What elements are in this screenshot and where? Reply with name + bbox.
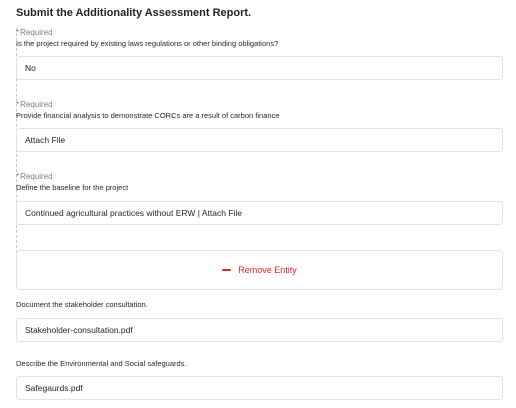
entity-actions-box: Remove Entity [16, 250, 503, 290]
question-label-financial-analysis: Provide financial analysis to demonstrat… [16, 111, 280, 120]
safeguards-label: Describe the Environmental and Social sa… [16, 359, 187, 368]
page-title: Submit the Additionality Assessment Repo… [16, 7, 252, 19]
baseline-field[interactable]: Continued agricultural practices without… [16, 201, 503, 225]
asterisk-icon: * [16, 100, 20, 109]
legal-obligation-value: No [25, 63, 36, 73]
remove-entity-button[interactable]: Remove Entity [222, 265, 297, 275]
required-indicator: *Required [16, 28, 53, 37]
baseline-value: Continued agricultural practices without… [25, 208, 243, 218]
question-label-legal-obligation: Is the project required by existing laws… [16, 39, 279, 48]
required-indicator: *Required [16, 172, 53, 181]
safeguards-file-name: Safegaurds.pdf [25, 383, 83, 393]
required-indicator: *Required [16, 100, 53, 109]
safeguards-file-field[interactable]: Safegaurds.pdf [16, 376, 503, 400]
stakeholder-label: Document the stakeholder consultation. [16, 300, 148, 309]
asterisk-icon: * [16, 172, 20, 181]
remove-entity-label: Remove Entity [238, 265, 297, 275]
stakeholder-file-field[interactable]: Stakeholder-consultation.pdf [16, 318, 503, 342]
financial-analysis-field[interactable]: Attach File [16, 128, 503, 152]
attach-file-button[interactable]: Attach File [25, 135, 65, 145]
stakeholder-file-name: Stakeholder-consultation.pdf [25, 325, 133, 335]
assessment-form: Submit the Additionality Assessment Repo… [0, 0, 516, 408]
legal-obligation-field[interactable]: No [16, 56, 503, 80]
question-label-baseline: Define the baseline for the project [16, 183, 129, 192]
asterisk-icon: * [16, 28, 20, 37]
minus-icon [222, 269, 232, 271]
